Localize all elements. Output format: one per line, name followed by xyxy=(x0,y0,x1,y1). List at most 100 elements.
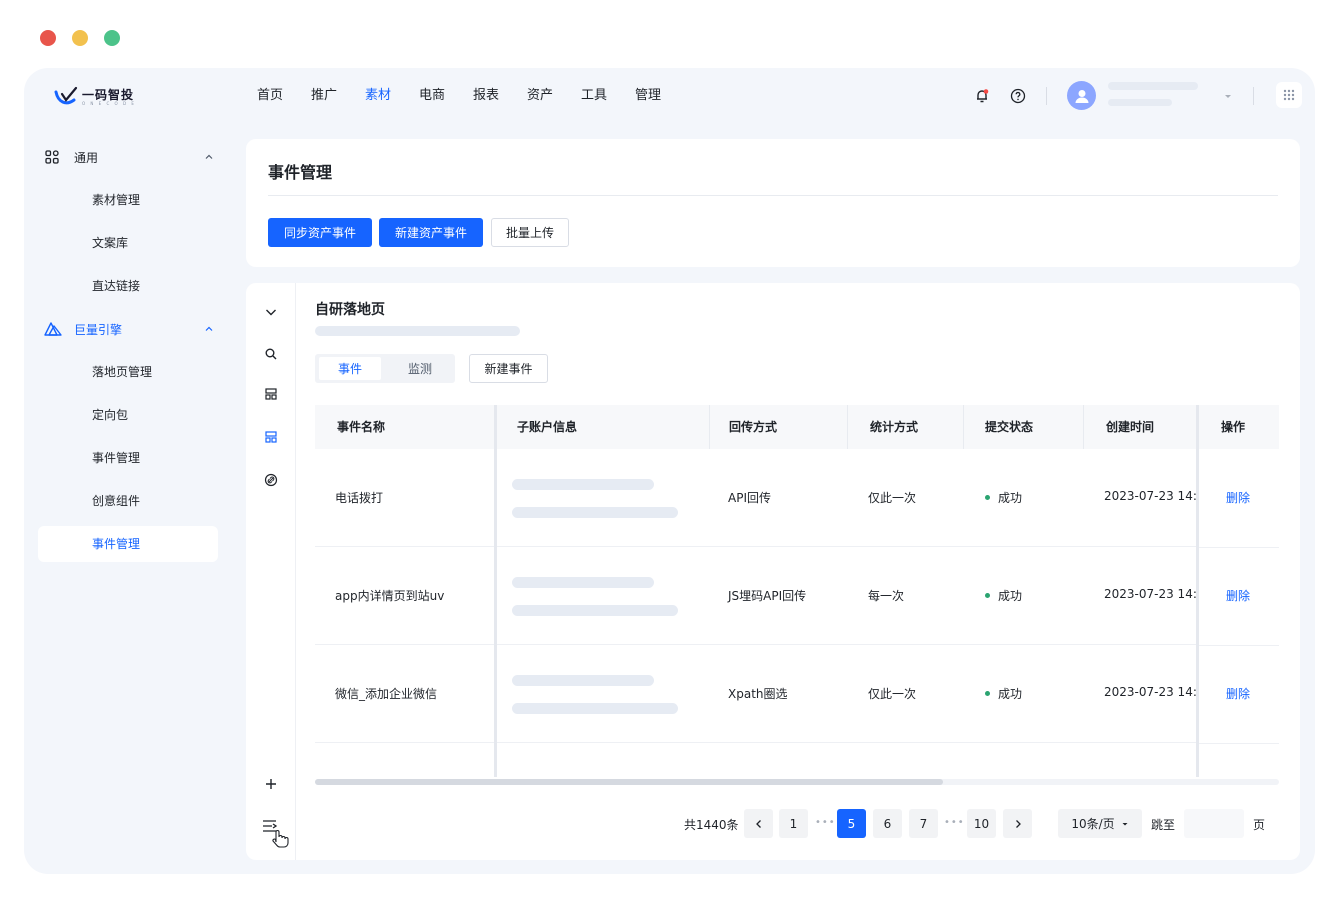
sidebar-group-ocean-engine[interactable]: 巨量引擎 xyxy=(44,318,214,340)
chevron-up-icon[interactable] xyxy=(204,324,214,334)
minimize-dot[interactable] xyxy=(72,30,88,46)
chevron-right-icon xyxy=(1015,819,1021,828)
cell-status: 成功 xyxy=(985,489,1022,506)
sidebar-group-label: 通用 xyxy=(74,150,99,165)
table-row[interactable]: app内详情页到站uv JS埋码API回传 每一次 成功 2023-07-23 … xyxy=(315,547,1279,645)
nav-reports[interactable]: 报表 xyxy=(473,88,527,104)
apps-grid-icon[interactable] xyxy=(1276,82,1302,108)
page-5-button[interactable]: 5 xyxy=(837,809,866,838)
sidebar-item-event-manage[interactable]: 事件管理 xyxy=(38,440,218,476)
fixed-column-divider xyxy=(1196,405,1199,777)
jump-label: 跳至 xyxy=(1151,818,1176,832)
page-6-button[interactable]: 6 xyxy=(873,809,902,838)
table-row[interactable]: 微信_添加企业微信 Xpath圈选 仅此一次 成功 2023-07-23 14: xyxy=(315,645,1279,743)
window-controls xyxy=(40,30,120,46)
jump-page-input[interactable] xyxy=(1184,809,1244,838)
tab-events[interactable]: 事件 xyxy=(319,357,381,380)
col-operation: 操作 xyxy=(1221,420,1246,434)
sidebar-item-creative[interactable]: 创意组件 xyxy=(38,483,218,519)
cell-stat-method: 仅此一次 xyxy=(868,687,917,701)
col-subaccount: 子账户信息 xyxy=(517,420,578,434)
cell-created-time: 2023-07-23 14: xyxy=(1104,587,1197,601)
cell-event-name: 微信_添加企业微信 xyxy=(335,687,438,701)
nav-home[interactable]: 首页 xyxy=(257,88,311,104)
operation-column: 操作 删除 删除 删除 xyxy=(1199,405,1279,777)
bell-icon[interactable] xyxy=(973,87,991,105)
sidebar-group-general[interactable]: 通用 xyxy=(44,146,214,168)
new-event-button[interactable]: 新建事件 xyxy=(469,354,548,383)
cell-callback-method: JS埋码API回传 xyxy=(728,589,807,603)
cell-callback-method: Xpath圈选 xyxy=(728,687,788,701)
search-icon[interactable] xyxy=(262,345,280,363)
grid-icon xyxy=(45,150,59,164)
tab-monitoring[interactable]: 监测 xyxy=(389,357,451,380)
batch-upload-button[interactable]: 批量上传 xyxy=(491,218,569,247)
subaccount-placeholder xyxy=(512,479,654,490)
sync-asset-events-button[interactable]: 同步资产事件 xyxy=(268,218,372,247)
delete-link[interactable]: 删除 xyxy=(1226,489,1250,506)
nav-promotion[interactable]: 推广 xyxy=(311,88,365,104)
sidebar-item-targeting[interactable]: 定向包 xyxy=(38,397,218,433)
app-window: 一码智投 O N E C O D E 首页 推广 素材 电商 报表 资产 工具 … xyxy=(24,68,1315,874)
chevron-left-icon xyxy=(755,819,761,828)
op-header: 操作 xyxy=(1199,405,1279,449)
sidebar-item-direct-links[interactable]: 直达链接 xyxy=(38,268,218,304)
cell-event-name: app内详情页到站uv xyxy=(335,589,445,603)
subaccount-placeholder xyxy=(512,507,678,518)
sidebar-item-landing-pages[interactable]: 落地页管理 xyxy=(38,354,218,390)
nav-ecommerce[interactable]: 电商 xyxy=(419,88,473,104)
tool-rail xyxy=(246,283,296,860)
sidebar-item-event-manage-active[interactable]: 事件管理 xyxy=(38,526,218,562)
link-icon[interactable] xyxy=(262,471,280,489)
brand-subtitle: O N E C O D E xyxy=(82,100,136,106)
nav-tools[interactable]: 工具 xyxy=(581,88,635,104)
page-10-button[interactable]: 10 xyxy=(967,809,996,838)
userrole-placeholder xyxy=(1108,99,1172,106)
status-dot xyxy=(985,691,990,696)
sidebar-item-copy-library[interactable]: 文案库 xyxy=(38,225,218,261)
maximize-dot[interactable] xyxy=(104,30,120,46)
page-size-select[interactable]: 10条/页 xyxy=(1058,809,1142,838)
col-created-time: 创建时间 xyxy=(1106,420,1155,434)
sidebar: 通用 素材管理 文案库 直达链接 巨量引擎 落地页管理 定向包 事件管理 创意组… xyxy=(24,124,234,874)
horizontal-scrollbar[interactable] xyxy=(315,779,1279,785)
avatar[interactable] xyxy=(1067,81,1096,110)
page-1-button[interactable]: 1 xyxy=(779,809,808,838)
delete-link[interactable]: 删除 xyxy=(1226,685,1250,702)
subaccount-placeholder xyxy=(512,605,678,616)
close-dot[interactable] xyxy=(40,30,56,46)
nav-material[interactable]: 素材 xyxy=(365,88,419,104)
next-page-button[interactable] xyxy=(1003,809,1032,838)
page-7-button[interactable]: 7 xyxy=(909,809,938,838)
total-count: 共1440条 xyxy=(684,818,739,832)
section-subtitle-placeholder xyxy=(315,326,520,336)
sidebar-item-material[interactable]: 素材管理 xyxy=(38,182,218,218)
page-title: 事件管理 xyxy=(268,163,333,182)
status-dot xyxy=(985,495,990,500)
table-row[interactable]: 电话拨打 API回传 仅此一次 成功 2023-07-23 14: xyxy=(315,449,1279,547)
event-tabs: 事件 监测 xyxy=(315,354,455,383)
subaccount-placeholder xyxy=(512,577,654,588)
brand-name: 一码智投 xyxy=(82,87,135,102)
layout-icon[interactable] xyxy=(262,385,280,403)
prev-page-button[interactable] xyxy=(744,809,773,838)
section-title: 自研落地页 xyxy=(315,302,385,318)
header-divider xyxy=(1046,87,1047,105)
header-divider-2 xyxy=(1253,87,1254,105)
help-icon[interactable] xyxy=(1009,87,1027,105)
page-ellipsis: ••• xyxy=(815,817,836,828)
new-asset-event-button[interactable]: 新建资产事件 xyxy=(379,218,483,247)
scrollbar-thumb[interactable] xyxy=(315,779,943,785)
col-stat-method: 统计方式 xyxy=(870,420,919,434)
menu-list-icon[interactable] xyxy=(262,818,292,848)
add-icon[interactable] xyxy=(262,775,280,793)
chevron-down-icon[interactable] xyxy=(1219,87,1237,105)
brand-logo[interactable]: 一码智投 O N E C O D E xyxy=(54,86,136,108)
nav-manage[interactable]: 管理 xyxy=(635,88,689,104)
chevron-up-icon[interactable] xyxy=(204,152,214,162)
layout-active-icon[interactable] xyxy=(262,428,280,446)
cell-status: 成功 xyxy=(985,587,1022,604)
nav-assets[interactable]: 资产 xyxy=(527,88,581,104)
chevron-down-icon[interactable] xyxy=(262,303,280,321)
delete-link[interactable]: 删除 xyxy=(1226,587,1250,604)
